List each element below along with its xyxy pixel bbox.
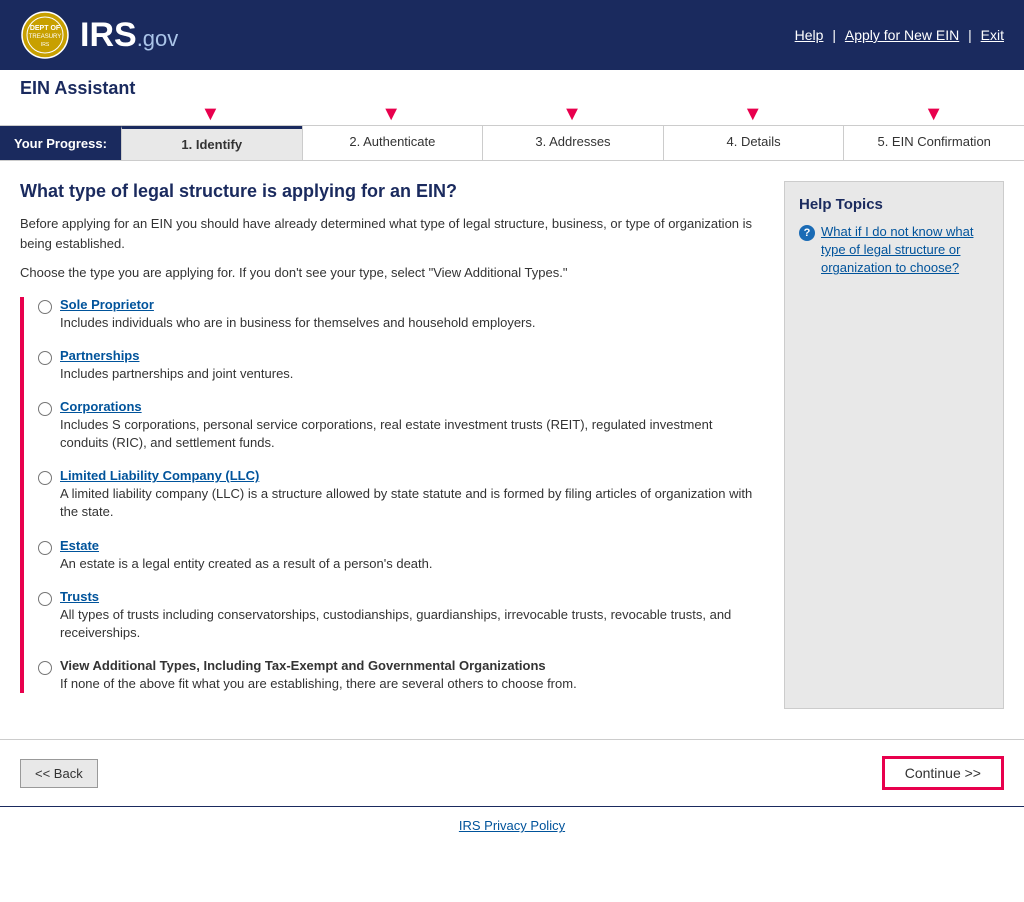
label-sole-proprietor[interactable]: Sole Proprietor	[60, 297, 536, 312]
step4-arrow: ▼	[743, 104, 763, 124]
option-estate: Estate An estate is a legal entity creat…	[38, 538, 764, 573]
privacy-policy-link[interactable]: IRS Privacy Policy	[459, 818, 565, 833]
progress-label: Your Progress:	[0, 126, 121, 160]
radio-corporations[interactable]	[38, 402, 52, 416]
option-partnerships: Partnerships Includes partnerships and j…	[38, 348, 764, 383]
irs-seal-icon: DEPT OF TREASURY IRS	[20, 10, 70, 60]
desc-llc: A limited liability company (LLC) is a s…	[60, 486, 752, 519]
site-footer: IRS Privacy Policy	[0, 806, 1024, 843]
progress-area: EIN Assistant ▼ ▼ ▼ ▼ ▼ Your Progress: 1…	[0, 70, 1024, 161]
intro-text-2: Choose the type you are applying for. If…	[20, 263, 764, 283]
back-button[interactable]: << Back	[20, 759, 98, 788]
desc-estate: An estate is a legal entity created as a…	[60, 556, 432, 571]
help-topic-link[interactable]: What if I do not know what type of legal…	[821, 223, 989, 278]
help-link[interactable]: Help	[795, 27, 824, 43]
step-authenticate[interactable]: 2. Authenticate	[302, 126, 483, 160]
ein-assistant-title: EIN Assistant	[0, 70, 1024, 103]
step1-arrow: ▼	[201, 104, 221, 124]
radio-partnerships[interactable]	[38, 351, 52, 365]
label-trusts[interactable]: Trusts	[60, 589, 764, 604]
option-trusts: Trusts All types of trusts including con…	[38, 589, 764, 642]
exit-link[interactable]: Exit	[981, 27, 1004, 43]
radio-llc[interactable]	[38, 471, 52, 485]
option-corporations: Corporations Includes S corporations, pe…	[38, 399, 764, 452]
step-identify[interactable]: 1. Identify	[121, 126, 302, 160]
step-addresses[interactable]: 3. Addresses	[482, 126, 663, 160]
logo-text: IRS.gov	[80, 16, 178, 55]
desc-additional-types: If none of the above fit what you are es…	[60, 676, 577, 691]
radio-sole-proprietor[interactable]	[38, 300, 52, 314]
label-partnerships[interactable]: Partnerships	[60, 348, 293, 363]
label-corporations[interactable]: Corporations	[60, 399, 764, 414]
radio-estate[interactable]	[38, 541, 52, 555]
desc-sole-proprietor: Includes individuals who are in business…	[60, 315, 536, 330]
logo-area: DEPT OF TREASURY IRS IRS.gov	[20, 10, 178, 60]
continue-button[interactable]: Continue >>	[882, 756, 1004, 790]
label-llc[interactable]: Limited Liability Company (LLC)	[60, 468, 764, 483]
step-ein-confirmation[interactable]: 5. EIN Confirmation	[843, 126, 1024, 160]
help-topic-item: ? What if I do not know what type of leg…	[799, 223, 989, 278]
step2-arrow: ▼	[381, 104, 401, 124]
options-container: Sole Proprietor Includes individuals who…	[20, 297, 764, 694]
help-sidebar: Help Topics ? What if I do not know what…	[784, 181, 1004, 709]
intro-text-1: Before applying for an EIN you should ha…	[20, 214, 764, 253]
button-bar: << Back Continue >>	[0, 739, 1024, 806]
radio-additional-types[interactable]	[38, 661, 52, 675]
radio-trusts[interactable]	[38, 592, 52, 606]
step5-arrow: ▼	[924, 104, 944, 124]
desc-trusts: All types of trusts including conservato…	[60, 607, 731, 640]
page-heading: What type of legal structure is applying…	[20, 181, 764, 202]
main-content: What type of legal structure is applying…	[0, 161, 1024, 729]
site-header: DEPT OF TREASURY IRS IRS.gov Help | Appl…	[0, 0, 1024, 70]
option-sole-proprietor: Sole Proprietor Includes individuals who…	[38, 297, 764, 332]
option-additional-types: View Additional Types, Including Tax-Exe…	[38, 658, 764, 693]
step-details[interactable]: 4. Details	[663, 126, 844, 160]
svg-text:IRS: IRS	[41, 42, 50, 48]
svg-text:TREASURY: TREASURY	[29, 34, 62, 40]
progress-steps: Your Progress: 1. Identify 2. Authentica…	[0, 125, 1024, 160]
arrows-row: ▼ ▼ ▼ ▼ ▼	[0, 103, 1024, 125]
label-estate[interactable]: Estate	[60, 538, 432, 553]
apply-for-new-ein-link[interactable]: Apply for New EIN	[845, 27, 959, 43]
desc-partnerships: Includes partnerships and joint ventures…	[60, 366, 293, 381]
label-additional-types[interactable]: View Additional Types, Including Tax-Exe…	[60, 658, 577, 673]
step3-arrow: ▼	[562, 104, 582, 124]
help-topics-title: Help Topics	[799, 196, 989, 213]
content-area: What type of legal structure is applying…	[20, 181, 764, 709]
desc-corporations: Includes S corporations, personal servic…	[60, 417, 712, 450]
option-llc: Limited Liability Company (LLC) A limite…	[38, 468, 764, 521]
svg-text:DEPT OF: DEPT OF	[30, 25, 61, 32]
header-nav: Help | Apply for New EIN | Exit	[795, 27, 1004, 43]
help-question-icon: ?	[799, 225, 815, 241]
